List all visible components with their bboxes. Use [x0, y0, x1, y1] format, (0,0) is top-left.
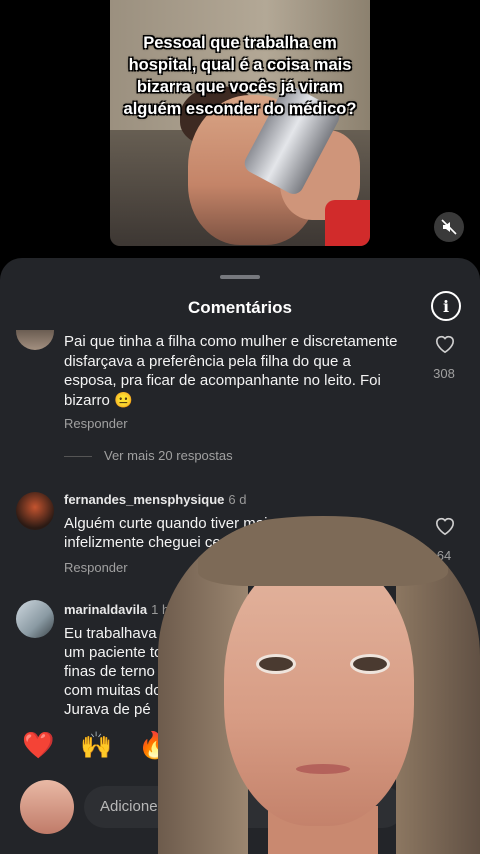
speaker-muted-icon	[441, 219, 457, 235]
webcam-eye-left	[256, 654, 296, 674]
reply-button[interactable]: Responder	[64, 560, 128, 575]
heart-icon[interactable]	[434, 334, 456, 359]
video-caption: Pessoal que trabalha em hospital, qual é…	[123, 34, 357, 118]
like-count: 308	[433, 366, 455, 381]
divider	[64, 456, 92, 458]
raised-hands-emoji-button[interactable]: 🙌	[80, 730, 112, 761]
heart-emoji-button[interactable]: ❤️	[22, 730, 54, 761]
video-shirt	[325, 200, 370, 246]
webcam-mouth	[296, 764, 350, 774]
webcam-overlay	[158, 516, 480, 854]
sheet-title: Comentários	[188, 298, 292, 317]
sheet-drag-handle[interactable]	[220, 275, 260, 279]
info-icon[interactable]: i	[431, 291, 461, 321]
webcam-face	[224, 556, 414, 826]
avatar[interactable]	[16, 600, 54, 638]
video-player[interactable]: Pessoal que trabalha em hospital, qual é…	[110, 0, 370, 246]
avatar[interactable]	[16, 492, 54, 530]
webcam-eye-right	[350, 654, 390, 674]
webcam-hair-top	[198, 516, 448, 586]
comment-username[interactable]: fernandes_mensphysique 6 d	[64, 492, 246, 507]
comment-text: Pai que tinha a filha como mulher e disc…	[64, 333, 398, 409]
comment-time: 6 d	[228, 492, 247, 507]
view-more-replies[interactable]: Ver mais 20 respostas	[64, 448, 233, 463]
reply-button[interactable]: Responder	[64, 416, 128, 431]
avatar[interactable]	[16, 330, 54, 350]
comment-username[interactable]: marinaldavila1 h	[64, 602, 169, 617]
current-user-avatar	[20, 780, 74, 834]
mute-button[interactable]	[434, 212, 464, 242]
